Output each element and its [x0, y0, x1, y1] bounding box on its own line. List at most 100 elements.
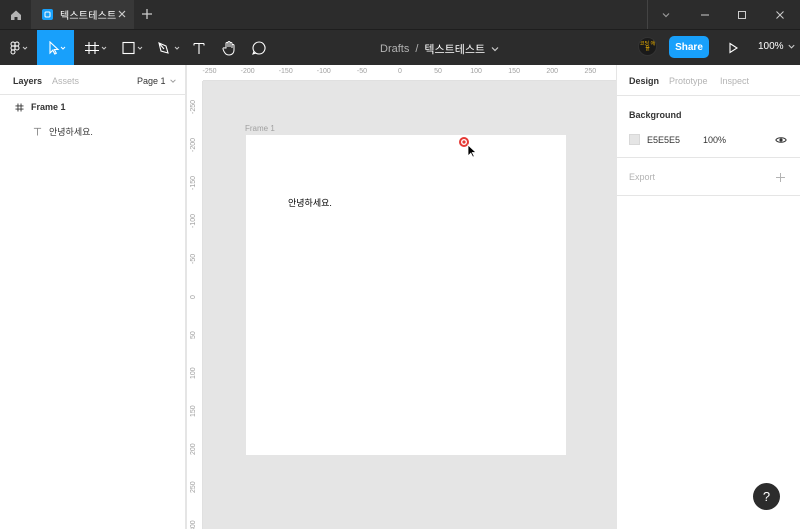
plus-icon[interactable] [775, 172, 786, 183]
background-opacity-input[interactable]: 100% [703, 135, 726, 145]
tab-layers[interactable]: Layers [13, 76, 42, 86]
file-name[interactable]: 텍스트테스트 [424, 41, 485, 57]
export-title: Export [629, 172, 656, 182]
help-button[interactable]: ? [753, 483, 780, 510]
page-selector[interactable]: Page 1 [137, 76, 177, 86]
comment-tool-button[interactable] [248, 30, 270, 66]
ruler-tick-label: -150 [278, 68, 293, 75]
frame-tool-button[interactable] [78, 30, 112, 66]
figma-file-icon [42, 9, 53, 20]
layers-panel: Layers Assets Page 1 Frame 1 안녕하세요. [0, 65, 186, 529]
ruler-tick-label: 0 [398, 68, 402, 75]
tab-prototype[interactable]: Prototype [669, 76, 708, 86]
left-panel-tabs: Layers Assets Page 1 [0, 65, 185, 95]
minimize-button[interactable] [687, 0, 723, 29]
move-tool-button[interactable] [37, 30, 74, 66]
horizontal-ruler: -250 -200 -150 -100 -50 0 50 100 150 200 250 [203, 65, 616, 81]
frame-hash-icon [85, 42, 107, 54]
ruler-tick-label: 300 [190, 519, 197, 529]
rectangle-icon [122, 41, 143, 55]
ruler-tick-label: 150 [508, 68, 520, 75]
maximize-button[interactable] [724, 0, 760, 29]
home-icon [10, 10, 21, 20]
breadcrumb-drafts[interactable]: Drafts [380, 43, 409, 55]
shape-tool-button[interactable] [115, 30, 149, 66]
vertical-ruler: -250 -200 -150 -100 -50 0 50 100 150 200 250 300 [187, 81, 203, 529]
text-t-icon [31, 125, 43, 137]
figma-window: 텍스트테스트 Drafts / 텍스트테스트 코딩 애플 Share 100% … [0, 0, 800, 529]
ruler-corner [187, 65, 203, 81]
ruler-tick-label: 200 [546, 68, 559, 75]
text-t-icon [193, 42, 205, 54]
background-color-swatch[interactable] [629, 134, 640, 145]
play-icon [729, 42, 739, 54]
chevron-down-icon [169, 79, 176, 83]
present-button[interactable] [723, 30, 743, 66]
background-title: Background [629, 110, 682, 120]
page-name: Page 1 [137, 76, 166, 86]
ruler-tick-label: 0 [190, 295, 197, 299]
title-bar: 텍스트테스트 [0, 0, 800, 29]
tab-inspect[interactable]: Inspect [720, 76, 749, 86]
ruler-tick-label: -200 [190, 137, 197, 152]
ruler-tick-label: -150 [190, 175, 197, 190]
hand-icon [222, 41, 235, 56]
frame-hash-icon [13, 101, 25, 113]
tab-title: 텍스트테스트 [60, 11, 117, 22]
cursor-arrow-icon [48, 41, 65, 55]
tab-assets[interactable]: Assets [52, 76, 79, 86]
share-button[interactable]: Share [669, 36, 709, 58]
file-tab[interactable]: 텍스트테스트 [31, 0, 134, 29]
ruler-tick-label: 50 [434, 68, 442, 75]
ruler-tick-label: 250 [190, 481, 197, 494]
minimize-icon [701, 14, 709, 15]
eye-icon[interactable] [775, 134, 787, 146]
zoom-dropdown[interactable]: 100% [758, 41, 796, 52]
zoom-level: 100% [758, 41, 784, 52]
tabs-dropdown-button[interactable] [648, 0, 684, 29]
breadcrumb: Drafts / 텍스트테스트 [380, 41, 500, 57]
text-tool-button[interactable] [189, 30, 209, 66]
home-button[interactable] [0, 0, 31, 29]
ruler-tick-label: 100 [470, 68, 482, 75]
export-section: Export [617, 158, 800, 196]
mouse-cursor-icon [459, 137, 478, 158]
plus-icon[interactable] [140, 7, 154, 21]
frame-label[interactable]: Frame 1 [245, 124, 275, 133]
close-window-button[interactable] [762, 0, 798, 29]
ruler-tick-label: -50 [356, 68, 368, 75]
layer-row-frame[interactable]: Frame 1 [0, 97, 186, 117]
ruler-tick-label: 50 [190, 331, 197, 340]
layer-name: 안녕하세요. [49, 126, 93, 137]
ruler-tick-label: 150 [190, 405, 197, 418]
frame[interactable]: 안녕하세요. [246, 135, 566, 455]
canvas[interactable]: -250 -200 -150 -100 -50 0 50 100 150 200 250 -250-… [187, 65, 616, 529]
properties-panel: Design Prototype Inspect Background E5E5… [616, 65, 800, 529]
chevron-down-icon [662, 12, 670, 17]
toolbar: Drafts / 텍스트테스트 코딩 애플 Share 100% [0, 29, 800, 66]
close-window-icon [776, 10, 784, 19]
figma-logo-icon [10, 41, 27, 55]
layer-row-text[interactable]: 안녕하세요. [0, 121, 186, 141]
comment-icon [252, 41, 266, 55]
ruler-tick-label: -50 [190, 253, 197, 264]
ruler-tick-label: 200 [190, 443, 197, 456]
ruler-tick-label: -250 [190, 99, 197, 114]
ruler-tick-label: 250 [584, 68, 597, 75]
chevron-down-icon [787, 44, 795, 49]
pen-tool-button[interactable] [152, 30, 186, 66]
text-layer[interactable]: 안녕하세요. [288, 196, 332, 209]
pen-icon [158, 42, 180, 54]
layer-name: Frame 1 [31, 102, 66, 112]
maximize-icon [738, 10, 746, 19]
close-icon[interactable] [116, 8, 128, 20]
background-section: Background E5E5E5 100% [617, 96, 800, 158]
right-panel-tabs: Design Prototype Inspect [617, 65, 800, 96]
avatar[interactable]: 코딩 애플 [638, 37, 657, 56]
background-hex-input[interactable]: E5E5E5 [647, 135, 680, 145]
hand-tool-button[interactable] [218, 30, 240, 66]
ruler-tick-label: -100 [190, 213, 197, 228]
tab-design[interactable]: Design [629, 76, 659, 86]
chevron-down-icon[interactable] [490, 44, 500, 54]
main-menu-button[interactable] [0, 30, 37, 66]
